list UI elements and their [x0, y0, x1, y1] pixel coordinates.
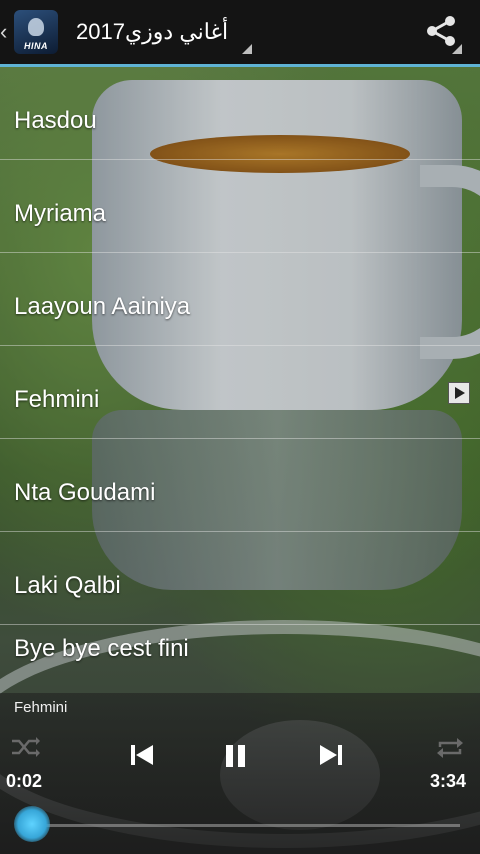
list-item[interactable]: Nta Goudami — [0, 439, 480, 532]
player-panel: Fehmini 0:02 3:34 — [0, 693, 480, 854]
seek-thumb[interactable] — [14, 806, 51, 842]
action-bar: ‹ HINA أغاني دوزي2017 — [0, 0, 480, 67]
back-chevron-icon[interactable]: ‹ — [0, 19, 12, 45]
song-title: Hasdou — [14, 107, 97, 134]
now-playing-icon — [448, 382, 470, 404]
song-title: Laayoun Aainiya — [14, 293, 191, 320]
previous-icon[interactable] — [131, 743, 153, 767]
shuffle-icon[interactable] — [10, 737, 40, 757]
list-item[interactable]: Laayoun Aainiya — [0, 253, 480, 346]
repeat-icon[interactable] — [436, 737, 464, 759]
now-playing-title: Fehmini — [14, 699, 68, 716]
song-title: Fehmini — [14, 386, 100, 413]
song-list: Hasdou Myriama Laayoun Aainiya Fehmini N… — [0, 67, 480, 665]
list-item[interactable]: Laki Qalbi — [0, 532, 480, 625]
overflow-indicator — [452, 44, 462, 54]
list-item[interactable]: Hasdou — [0, 67, 480, 160]
seek-bar[interactable] — [28, 824, 460, 827]
total-time: 3:34 — [429, 771, 466, 791]
next-icon[interactable] — [320, 743, 342, 767]
app-icon[interactable]: HINA — [14, 10, 58, 54]
song-title: Myriama — [14, 200, 107, 227]
list-item[interactable]: Myriama — [0, 160, 480, 253]
song-title: Bye bye cest fini — [14, 635, 189, 662]
list-item[interactable]: Fehmini — [0, 346, 480, 439]
list-item[interactable]: Bye bye cest fini — [0, 625, 480, 665]
app-icon-label: HINA — [24, 41, 48, 51]
song-title: Laki Qalbi — [14, 572, 121, 599]
pause-icon[interactable] — [224, 743, 248, 769]
share-icon[interactable] — [424, 14, 458, 48]
app-title[interactable]: أغاني دوزي2017 — [76, 19, 480, 45]
title-dropdown-indicator — [242, 44, 252, 54]
current-time: 0:02 — [6, 771, 43, 791]
song-title: Nta Goudami — [14, 479, 156, 506]
